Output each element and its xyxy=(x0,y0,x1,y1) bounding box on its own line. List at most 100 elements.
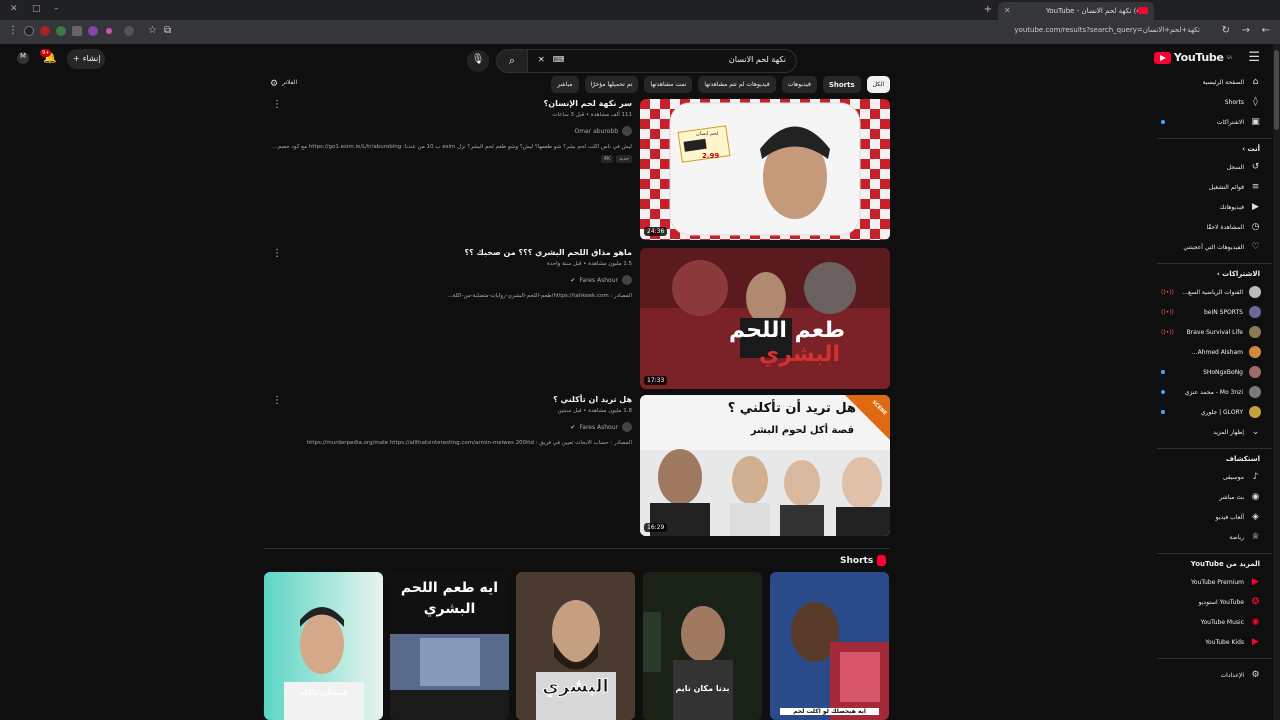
new-tab-button[interactable]: + xyxy=(984,4,992,15)
filters-button[interactable]: الفلاتر ⚙ xyxy=(270,79,297,89)
puzzle-extensions-icon[interactable] xyxy=(72,26,82,36)
short-card[interactable]: فستان ناكله xyxy=(264,572,383,720)
channel-avatar[interactable] xyxy=(622,275,632,285)
chip-watched[interactable]: تمت مشاهدتها xyxy=(644,76,693,93)
chip-unwatched[interactable]: فيديوهات لم تتم مشاهدتها xyxy=(698,76,776,93)
channel-name[interactable]: Fares Ashour xyxy=(579,277,618,284)
video-result[interactable]: لحم انسان 2.99 24:36 سر نكهة لحم الإنسان… xyxy=(264,99,890,241)
sidebar-subscription[interactable]: SHoNgxBoNg xyxy=(1157,362,1272,382)
bookmark-star-icon[interactable]: ☆ xyxy=(148,25,157,36)
maximize-window-button[interactable]: □ xyxy=(32,4,41,14)
url-field[interactable]: youtube.com/results?search_query=تكهة+لح… xyxy=(1014,26,1200,34)
sidebar-item-youtube-kids[interactable]: ▶ YouTube Kids xyxy=(1157,632,1272,652)
extension-icon[interactable] xyxy=(40,26,50,36)
sidebar-subscription[interactable]: القنوات الرياضية السع... ((•)) xyxy=(1157,282,1272,302)
youtube-logo[interactable]: YouTube SA xyxy=(1153,51,1232,64)
reload-icon[interactable]: ↻ xyxy=(1222,25,1230,36)
sidebar-section-you[interactable]: أنت › xyxy=(1157,145,1272,153)
hamburger-menu-icon[interactable]: ☰ xyxy=(1248,50,1260,65)
extension-icon[interactable] xyxy=(106,28,112,34)
sidebar-item-live[interactable]: ◉ بث مباشر xyxy=(1157,487,1272,507)
chip-live[interactable]: مباشر xyxy=(551,76,579,93)
short-card[interactable]: بدنا مكان نايم xyxy=(643,572,762,720)
extension-icon[interactable] xyxy=(88,26,98,36)
more-actions-icon[interactable]: ⋮ xyxy=(272,248,282,259)
search-input[interactable]: نكهة لحم الانسان ✕ ⌨ xyxy=(527,49,797,73)
keyboard-icon[interactable]: ⌨ xyxy=(553,55,565,67)
chip-all[interactable]: الكل xyxy=(866,76,890,93)
close-window-button[interactable]: ✕ xyxy=(10,4,18,14)
video-thumbnail[interactable]: لحم انسان 2.99 24:36 xyxy=(640,99,890,240)
channel-link[interactable]: Fares Ashour ✔ xyxy=(272,275,632,285)
extension-icon[interactable] xyxy=(124,26,134,36)
notification-count-badge: 9+ xyxy=(40,49,52,57)
short-card[interactable]: ايه هيحصلك لو اكلت لحم xyxy=(770,572,889,720)
sidebar-item-label: إظهار المزيد xyxy=(1213,428,1244,436)
video-thumbnail[interactable]: هل تريد أن تأكلني ؟ قصة أكل لحوم البشر S… xyxy=(640,395,890,536)
create-button[interactable]: + إنشاء xyxy=(67,49,105,69)
voice-search-button[interactable]: 🎙 xyxy=(467,50,489,72)
channel-name[interactable]: Fares Ashour xyxy=(579,424,618,431)
sidebar-item-playlists[interactable]: ≡ قوائم التشغيل xyxy=(1157,177,1272,197)
sidebar-item-gaming[interactable]: ◈ ألعاب فيديو xyxy=(1157,507,1272,527)
page-scrollbar[interactable] xyxy=(1273,44,1280,720)
back-arrow-icon[interactable]: ← xyxy=(1262,25,1270,36)
video-result[interactable]: هل تريد أن تأكلني ؟ قصة أكل لحوم البشر S… xyxy=(264,395,890,537)
channel-name[interactable]: Omar aburobb xyxy=(574,128,618,135)
channel-avatar[interactable] xyxy=(622,422,632,432)
sidebar-item-youtube-music[interactable]: ◉ YouTube Music xyxy=(1157,612,1272,632)
more-actions-icon[interactable]: ⋮ xyxy=(272,99,282,110)
browser-tab-youtube[interactable]: (48) تكهة لحم الانسان - YouTube ✕ xyxy=(998,2,1154,20)
scrollbar-thumb[interactable] xyxy=(1274,50,1279,130)
sidebar-item-history[interactable]: ↺ السجل xyxy=(1157,157,1272,177)
video-result[interactable]: طعم اللحم البشري 17:33 ماهو مذاق اللحم ا… xyxy=(264,248,890,390)
channel-avatar xyxy=(1249,406,1261,418)
search-button[interactable]: ⌕ xyxy=(496,49,528,73)
browser-menu-icon[interactable]: ⋮ xyxy=(8,25,18,36)
chip-recently-uploaded[interactable]: تم تحميلها مؤخرًا xyxy=(584,76,639,93)
cast-icon[interactable]: ⧉ xyxy=(164,25,171,36)
sidebar-item-shorts[interactable]: ◊ Shorts xyxy=(1157,92,1272,112)
sidebar-subscription[interactable]: beIN SPORTS ((•)) xyxy=(1157,302,1272,322)
minimize-window-button[interactable]: – xyxy=(54,4,59,14)
more-actions-icon[interactable]: ⋮ xyxy=(272,395,282,406)
short-card[interactable]: البشري xyxy=(516,572,635,720)
chip-shorts[interactable]: Shorts xyxy=(822,76,861,93)
channel-link[interactable]: Fares Ashour ✔ xyxy=(272,422,632,432)
sidebar-show-more[interactable]: ⌄ إظهار المزيد xyxy=(1157,422,1272,442)
address-bar: ← → ↻ youtube.com/results?search_query=ت… xyxy=(0,20,1280,44)
extension-icon[interactable] xyxy=(56,26,66,36)
sidebar-subscription[interactable]: Mo 3nzi - محمد عنزي xyxy=(1157,382,1272,402)
channel-avatar[interactable] xyxy=(622,126,632,136)
chip-videos[interactable]: فيديوهات xyxy=(781,76,817,93)
sidebar-item-settings[interactable]: ⚙ الإعدادات xyxy=(1157,665,1272,685)
sidebar-item-liked-videos[interactable]: ♡ الفيديوهات التي أعجبتني xyxy=(1157,237,1272,257)
channel-link[interactable]: Omar aburobb xyxy=(272,126,632,136)
sidebar-subscription[interactable]: GLORY | جلوري xyxy=(1157,402,1272,422)
thumbnail-image xyxy=(640,99,890,240)
extension-icon[interactable] xyxy=(24,26,34,36)
short-card[interactable]: ايه طعم اللحم البشري xyxy=(390,572,509,720)
sidebar-item-watch-later[interactable]: ◷ المشاهدة لاحقًا xyxy=(1157,217,1272,237)
video-title[interactable]: ماهو مذاق اللحم البشري ؟؟؟ من صحبك ؟؟ xyxy=(272,248,632,257)
video-title[interactable]: هل تريد ان تأكلني ؟ xyxy=(272,395,632,404)
account-avatar[interactable]: M xyxy=(17,52,29,64)
tab-close-icon[interactable]: ✕ xyxy=(1004,6,1011,15)
sidebar-item-subscriptions[interactable]: ▣ الاشتراكات xyxy=(1157,112,1272,132)
sidebar-item-youtube-premium[interactable]: ▶ YouTube Premium xyxy=(1157,572,1272,592)
video-thumbnail[interactable]: طعم اللحم البشري 17:33 xyxy=(640,248,890,389)
sidebar-item-your-videos[interactable]: ▶ فيديوهاتك xyxy=(1157,197,1272,217)
sidebar-item-music[interactable]: ♪ موسيقى xyxy=(1157,467,1272,487)
sidebar-item-youtube-studio[interactable]: ✪ YouTube استوديو xyxy=(1157,592,1272,612)
sidebar-item-sports[interactable]: ♕ رياضة xyxy=(1157,527,1272,547)
clear-search-icon[interactable]: ✕ xyxy=(538,55,545,67)
sidebar-item-home[interactable]: ⌂ الصفحة الرئيسية xyxy=(1157,72,1272,92)
video-title[interactable]: سر نكهة لحم الإنسان؟ xyxy=(272,99,632,108)
sidebar-subscription[interactable]: Ahmed Alsham... xyxy=(1157,342,1272,362)
sidebar-subscription[interactable]: Brave Survival Life ((•)) xyxy=(1157,322,1272,342)
forward-arrow-icon[interactable]: → xyxy=(1242,25,1250,36)
sidebar-section-subscriptions[interactable]: الاشتراكات › xyxy=(1157,270,1272,278)
thumbnail-image xyxy=(640,395,890,536)
sidebar-section-more-from-youtube: المزيد من YouTube xyxy=(1190,560,1260,568)
sidebar-item-label: Mo 3nzi - محمد عنزي xyxy=(1184,388,1243,396)
